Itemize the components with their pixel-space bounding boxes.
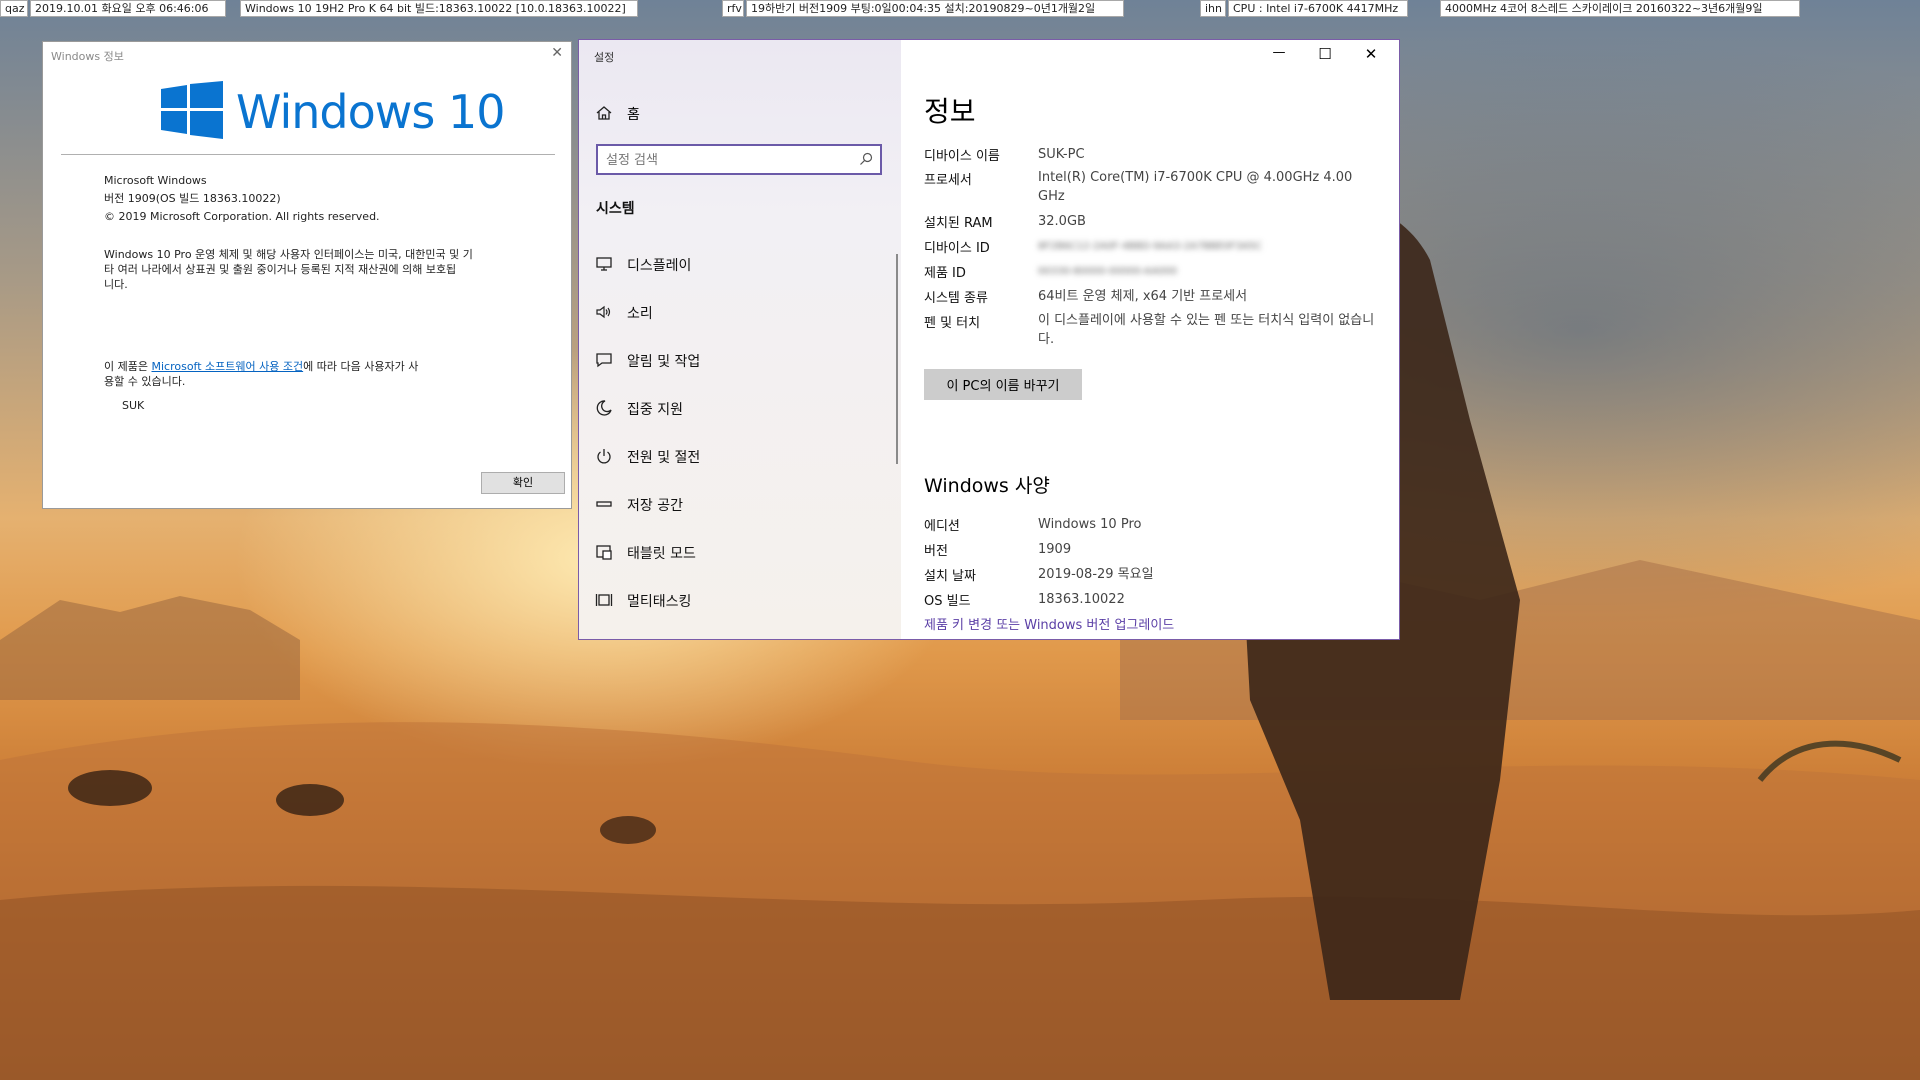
version-text: 버전 1909(OS 빌드 18363.10022): [104, 192, 281, 205]
spec-label-processor: 프로세서: [924, 173, 972, 188]
nav-scrollbar[interactable]: [896, 254, 898, 464]
trademark-text-line1: Windows 10 Pro 운영 체제 및 해당 사용자 인터페이스는 미국,…: [104, 248, 473, 261]
spec-label-ram: 설치된 RAM: [924, 216, 993, 231]
storage-icon: [596, 501, 612, 507]
trademark-text-line3: 니다.: [104, 278, 128, 291]
spec-label-os-build: OS 빌드: [924, 594, 971, 609]
sidebar-item-label: 소리: [627, 306, 653, 322]
search-input[interactable]: [604, 150, 853, 171]
power-icon: [597, 449, 611, 464]
license-text-line2: 용할 수 있습니다.: [104, 375, 186, 388]
status-cell-datetime: 2019.10.01 화요일 오후 06:46:06: [30, 0, 226, 17]
nav-home-label: 홈: [627, 107, 640, 123]
spec-value-system-type: 64비트 운영 체제, x64 기반 프로세서: [1038, 289, 1248, 304]
sidebar-item-label: 저장 공간: [627, 498, 683, 514]
minimize-button[interactable]: —: [1257, 45, 1301, 65]
nav-section-system: 시스템: [596, 201, 635, 217]
page-title: 정보: [924, 95, 976, 128]
licensed-user: SUK: [122, 399, 145, 412]
maximize-button[interactable]: ☐: [1303, 45, 1347, 65]
spec-value-install-date: 2019-08-29 목요일: [1038, 567, 1154, 582]
sidebar-item-label: 알림 및 작업: [627, 354, 701, 370]
status-strip: qaz 2019.10.01 화요일 오후 06:46:06 Windows 1…: [0, 0, 1920, 20]
ok-button[interactable]: 확인: [481, 472, 565, 494]
license-suffix: 에 따라 다음 사용자가 사: [303, 360, 419, 373]
about-windows-dialog: Windows 정보 ✕ Windows 10 Microsoft Window…: [42, 41, 572, 509]
windows-logo-icon: [161, 81, 223, 139]
spec-value-pen-touch: 이 디스플레이에 사용할 수 있는 펜 또는 터치식 입력이 없습니다.: [1038, 313, 1375, 347]
sidebar-item-multitasking[interactable]: 멀티태스킹: [595, 586, 885, 616]
status-cell-uptime: 19하반기 버전1909 부팅:0일00:04:35 설치:20190829~0…: [746, 0, 1124, 17]
sidebar-item-label: 태블릿 모드: [627, 546, 696, 562]
spec-value-device-id: 8F2B6C12-2A0F-4BBD-9AA3-2A7BBE0F3A5C: [1038, 241, 1262, 252]
windows-wordmark: Windows 10: [236, 85, 505, 139]
sidebar-item-label: 전원 및 절전: [627, 450, 701, 466]
spec-label-product-id: 제품 ID: [924, 266, 966, 281]
multitasking-icon: [595, 594, 613, 606]
home-icon: [596, 106, 612, 120]
status-cell-os-build: Windows 10 19H2 Pro K 64 bit 빌드:18363.10…: [240, 0, 638, 17]
copyright-text: © 2019 Microsoft Corporation. All rights…: [104, 210, 380, 223]
trademark-text-line2: 타 여러 나라에서 상표권 및 출원 중이거나 등록된 지적 재산권에 의해 보…: [104, 263, 457, 276]
nav-home[interactable]: 홈: [595, 101, 875, 127]
dialog-title: Windows 정보: [51, 50, 124, 63]
windows-spec-title: Windows 사양: [924, 475, 1050, 497]
sidebar-item-display[interactable]: 디스플레이: [595, 250, 885, 280]
sound-icon: [596, 305, 611, 319]
sidebar-item-focus-assist[interactable]: 집중 지원: [595, 394, 885, 424]
sidebar-item-tablet-mode[interactable]: 태블릿 모드: [595, 538, 885, 568]
sidebar-item-storage[interactable]: 저장 공간: [595, 490, 885, 520]
spec-label-pen-touch: 펜 및 터치: [924, 316, 981, 331]
status-cell-cpu-detail: 4000MHz 4코어 8스레드 스카이레이크 20160322~3년6개월9일: [1440, 0, 1800, 17]
close-button[interactable]: ✕: [1349, 45, 1393, 65]
rename-pc-button[interactable]: 이 PC의 이름 바꾸기: [924, 369, 1082, 400]
spec-value-os-build: 18363.10022: [1038, 592, 1125, 607]
license-text: 이 제품은 Microsoft 소프트웨어 사용 조건에 따라 다음 사용자가 …: [104, 359, 418, 374]
focus-assist-icon: [596, 400, 612, 416]
sidebar-item-sound[interactable]: 소리: [595, 298, 885, 328]
spec-label-device-id: 디바이스 ID: [924, 241, 990, 256]
tablet-mode-icon: [596, 545, 612, 560]
notifications-icon: [596, 353, 612, 368]
sidebar-item-label: 디스플레이: [627, 258, 692, 274]
spec-value-edition: Windows 10 Pro: [1038, 517, 1142, 532]
license-terms-link[interactable]: Microsoft 소프트웨어 사용 조건: [151, 360, 303, 373]
sidebar-item-label: 집중 지원: [627, 402, 683, 418]
spec-label-version: 버전: [924, 544, 948, 559]
search-icon[interactable]: [859, 152, 873, 166]
settings-search[interactable]: [596, 144, 882, 175]
close-icon[interactable]: ✕: [551, 45, 563, 61]
divider: [61, 154, 555, 155]
spec-value-processor: Intel(R) Core(TM) i7-6700K CPU @ 4.00GHz…: [1038, 170, 1353, 204]
spec-label-device-name: 디바이스 이름: [924, 149, 1000, 164]
settings-window: 설정 홈 시스템 디스플레이 소리 알림 및 작업: [578, 39, 1400, 640]
spec-label-system-type: 시스템 종류: [924, 291, 988, 306]
about-content-pane: — ☐ ✕ 정보 디바이스 이름 SUK-PC 프로세서 Intel(R) Co…: [901, 40, 1399, 639]
upgrade-windows-link[interactable]: 제품 키 변경 또는 Windows 버전 업그레이드: [924, 614, 1174, 633]
status-cell-ihn: ihn: [1200, 0, 1226, 17]
license-prefix: 이 제품은: [104, 360, 152, 373]
window-title: 설정: [594, 51, 615, 64]
settings-nav-pane: 설정 홈 시스템 디스플레이 소리 알림 및 작업: [579, 40, 901, 639]
spec-value-version: 1909: [1038, 542, 1072, 557]
display-icon: [596, 257, 612, 271]
status-cell-cpu: CPU : Intel i7-6700K 4417MHz: [1228, 0, 1408, 17]
sidebar-item-label: 멀티태스킹: [627, 594, 692, 610]
sidebar-item-power[interactable]: 전원 및 절전: [595, 442, 885, 472]
spec-value-device-name: SUK-PC: [1038, 147, 1085, 162]
status-cell-rfv: rfv: [722, 0, 744, 17]
product-name: Microsoft Windows: [104, 174, 207, 187]
spec-value-product-id: 00330-80000-00000-AA000: [1038, 266, 1178, 277]
status-cell-qaz: qaz: [0, 0, 28, 17]
spec-label-install-date: 설치 날짜: [924, 569, 976, 584]
spec-label-edition: 에디션: [924, 519, 960, 534]
spec-value-ram: 32.0GB: [1038, 214, 1086, 229]
sidebar-item-notifications[interactable]: 알림 및 작업: [595, 346, 885, 376]
